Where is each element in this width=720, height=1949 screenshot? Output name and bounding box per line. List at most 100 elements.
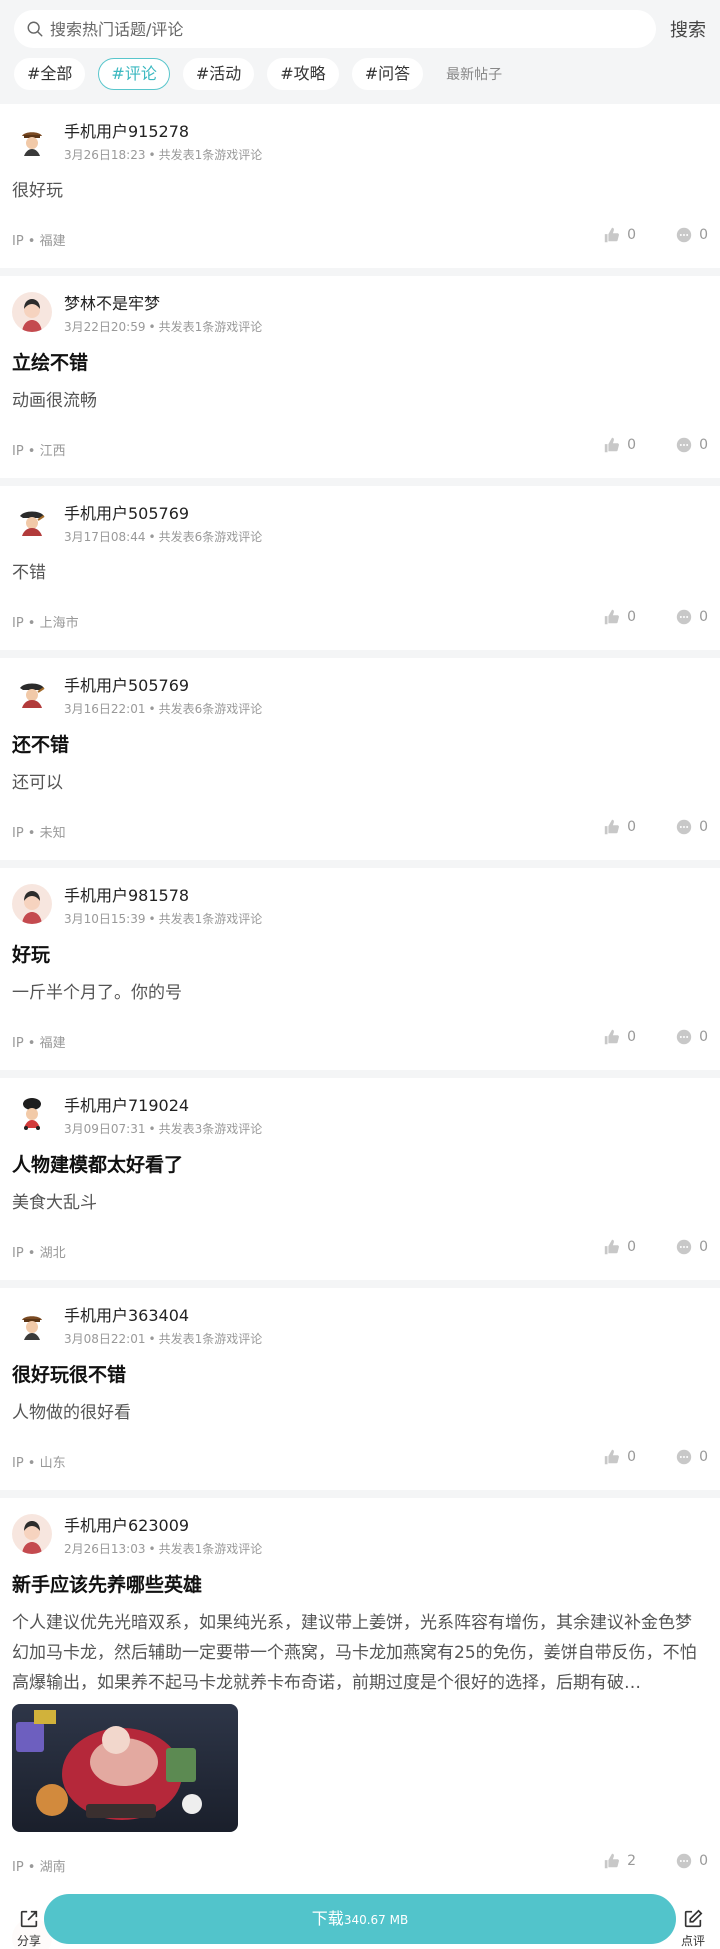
avatar[interactable] — [12, 1304, 52, 1344]
username[interactable]: 手机用户505769 — [64, 500, 189, 524]
like-count: 0 — [627, 227, 636, 243]
meta-separator: • — [148, 702, 156, 716]
comment-button[interactable]: 0 — [675, 436, 708, 454]
username[interactable]: 梦林不是牢梦 — [64, 290, 160, 314]
like-button[interactable]: 0 — [603, 226, 636, 244]
boy-avatar-icon — [12, 292, 52, 332]
post-text: 人物做的很好看 — [12, 1403, 131, 1423]
post-card[interactable]: 手机用户505769 3月17日08:44 • 共发表6条游戏评论 不错 IP • 上海市… — [0, 486, 720, 650]
review-count: 共发表1条游戏评论 — [158, 1332, 263, 1346]
username[interactable]: 手机用户623009 — [64, 1512, 189, 1536]
review-count: 共发表6条游戏评论 — [158, 530, 263, 544]
share-button[interactable]: 分享 — [14, 1908, 44, 1949]
avatar[interactable] — [12, 502, 52, 542]
meta-separator: • — [148, 1122, 156, 1136]
comment-button[interactable]: 0 — [675, 818, 708, 836]
review-count: 共发表1条游戏评论 — [158, 1542, 263, 1556]
avatar[interactable] — [12, 884, 52, 924]
cowboy-avatar-icon — [12, 120, 52, 160]
post-text: 美食大乱斗 — [12, 1193, 97, 1213]
comment-button[interactable]: 0 — [675, 1238, 708, 1256]
post-footer: IP • 福建 0 0 — [12, 1008, 708, 1070]
username[interactable]: 手机用户719024 — [64, 1092, 189, 1116]
username[interactable]: 手机用户915278 — [64, 118, 189, 142]
comment-count: 0 — [699, 819, 708, 835]
post-title: 人物建模都太好看了 — [12, 1154, 184, 1176]
download-button[interactable]: 下载340.67 MB — [44, 1894, 676, 1944]
post-meta: 3月10日15:39 • 共发表1条游戏评论 — [64, 910, 262, 927]
post-date: 3月26日18:23 — [64, 148, 146, 162]
comment-button[interactable]: 0 — [675, 226, 708, 244]
like-button[interactable]: 0 — [603, 818, 636, 836]
post-card[interactable]: 手机用户719024 3月09日07:31 • 共发表3条游戏评论 人物建模都太好看了美… — [0, 1078, 720, 1280]
post-footer: IP • 湖北 0 0 — [12, 1218, 708, 1280]
tag-qa[interactable]: #问答 — [351, 58, 424, 90]
avatar[interactable] — [12, 1094, 52, 1134]
post-date: 3月10日15:39 — [64, 912, 146, 926]
post-card[interactable]: 手机用户363404 3月08日22:01 • 共发表1条游戏评论很好玩很不错 人物做的… — [0, 1288, 720, 1490]
post-meta: 3月08日22:01 • 共发表1条游戏评论 — [64, 1330, 262, 1347]
comment-icon — [676, 609, 692, 625]
search-bar[interactable] — [14, 10, 656, 48]
post-meta: 2月26日13:03 • 共发表1条游戏评论 — [64, 1540, 262, 1557]
username[interactable]: 手机用户505769 — [64, 672, 189, 696]
post-meta: 3月22日20:59 • 共发表1条游戏评论 — [64, 318, 262, 335]
username[interactable]: 手机用户981578 — [64, 882, 189, 906]
post-date: 3月17日08:44 — [64, 530, 146, 544]
comment-button[interactable]: 0 — [675, 608, 708, 626]
meta-separator: • — [148, 1542, 156, 1556]
post-card[interactable]: 手机用户505769 3月16日22:01 • 共发表6条游戏评论 还不错 还可以 IP •… — [0, 658, 720, 860]
thumbs-up-icon — [604, 227, 620, 243]
tag-review[interactable]: #评论 — [98, 58, 170, 90]
post-body: 新手应该先养哪些英雄 个人建议优先光暗双系，如果纯光系，建议带上姜饼，光系阵容有增… — [12, 1510, 708, 1832]
tag-all[interactable]: #全部 — [14, 58, 86, 90]
meta-separator: • — [148, 320, 156, 334]
avatar[interactable] — [12, 1514, 52, 1554]
like-button[interactable]: 0 — [603, 1238, 636, 1256]
like-button[interactable]: 0 — [603, 436, 636, 454]
tag-activity[interactable]: #活动 — [182, 58, 255, 90]
ip-location: IP • 湖南 — [12, 1860, 66, 1875]
avatar[interactable] — [12, 674, 52, 714]
like-count: 0 — [627, 609, 636, 625]
post-card[interactable]: 梦林不是牢梦 3月22日20:59 • 共发表1条游戏评论 立绘不错 动画很流畅 IP • … — [0, 276, 720, 478]
comment-icon — [676, 227, 692, 243]
thumbs-up-icon — [604, 1239, 620, 1255]
post-image[interactable] — [12, 1704, 238, 1832]
review-button[interactable]: 点评 — [678, 1908, 708, 1949]
review-label: 点评 — [680, 1934, 705, 1948]
comment-button[interactable]: 0 — [675, 1028, 708, 1046]
sort-dropdown[interactable]: 最新帖子 — [446, 64, 502, 84]
tag-guide[interactable]: #攻略 — [267, 58, 339, 90]
avatar[interactable] — [12, 120, 52, 160]
ip-location: IP • 福建 — [12, 234, 66, 249]
comment-icon — [676, 1029, 692, 1045]
meta-separator: • — [148, 912, 156, 926]
comment-count: 0 — [699, 1239, 708, 1255]
comment-button[interactable]: 0 — [675, 1448, 708, 1466]
header: 搜索 #全部 #评论 #活动 #攻略 #问答 最新帖子 — [0, 0, 720, 104]
like-button[interactable]: 0 — [603, 1448, 636, 1466]
search-input[interactable] — [50, 19, 630, 39]
post-date: 3月08日22:01 — [64, 1332, 146, 1346]
post-card[interactable]: 手机用户915278 3月26日18:23 • 共发表1条游戏评论 很好玩 IP • 福建… — [0, 104, 720, 268]
post-card[interactable]: 手机用户981578 3月10日15:39 • 共发表1条游戏评论 好玩 一斤半个月了。你… — [0, 868, 720, 1070]
username[interactable]: 手机用户363404 — [64, 1302, 189, 1326]
comment-button[interactable]: 0 — [675, 1852, 708, 1870]
avatar[interactable] — [12, 292, 52, 332]
like-button[interactable]: 0 — [603, 1028, 636, 1046]
like-button[interactable]: 0 — [603, 608, 636, 626]
post-card[interactable]: 手机用户623009 2月26日13:03 • 共发表1条游戏评论 新手应该先养哪些英雄… — [0, 1498, 720, 1894]
comment-icon — [676, 819, 692, 835]
search-button[interactable]: 搜索 — [670, 16, 706, 42]
pirate-avatar-icon — [12, 674, 52, 714]
post-title: 很好玩很不错 — [12, 1364, 127, 1386]
chef-avatar-icon — [12, 1094, 52, 1134]
comment-icon — [676, 1239, 692, 1255]
boy-avatar-icon — [12, 1514, 52, 1554]
like-count: 0 — [627, 1449, 636, 1465]
ip-location: IP • 湖北 — [12, 1246, 66, 1261]
comment-icon — [676, 1853, 692, 1869]
share-label: 分享 — [16, 1934, 41, 1948]
like-button[interactable]: 2 — [603, 1852, 636, 1870]
